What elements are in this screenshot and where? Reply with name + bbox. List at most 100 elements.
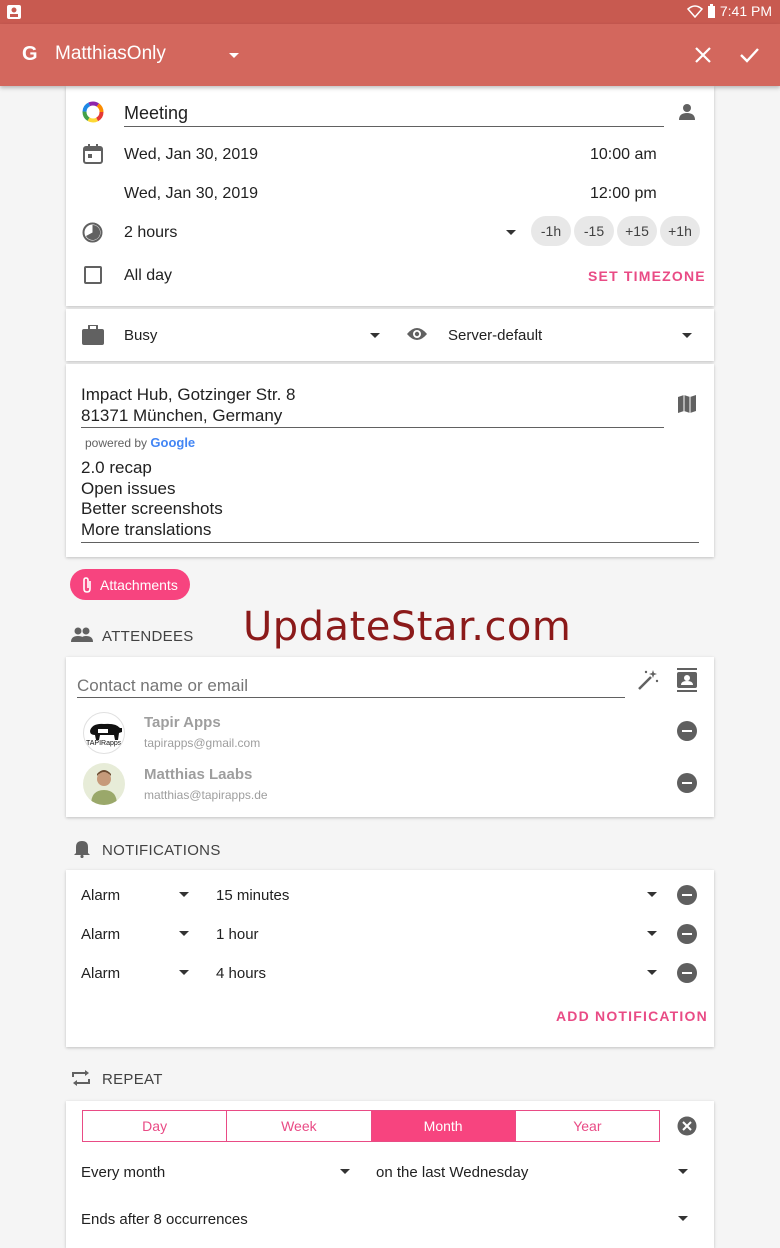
avatar bbox=[83, 763, 125, 805]
clear-repeat-icon[interactable] bbox=[677, 1116, 697, 1136]
description-underline bbox=[81, 542, 699, 543]
description-line[interactable]: Better screenshots bbox=[81, 499, 223, 519]
eye-icon bbox=[407, 328, 427, 340]
paperclip-icon bbox=[83, 577, 91, 593]
attendee-email: tapirapps@gmail.com bbox=[144, 736, 261, 750]
title-underline bbox=[124, 126, 664, 127]
people-icon bbox=[71, 627, 93, 642]
notification-type-select[interactable]: Alarm bbox=[81, 926, 120, 943]
repeat-frequency-tabs: Day Week Month Year bbox=[82, 1110, 660, 1142]
duration-icon bbox=[82, 222, 103, 243]
add-notification-button[interactable]: ADD NOTIFICATION bbox=[556, 1008, 708, 1024]
visibility-select[interactable]: Server-default bbox=[448, 327, 542, 344]
event-card: Meeting Wed, Jan 30, 2019 10:00 am Wed, … bbox=[66, 86, 714, 306]
powered-by-text: powered by bbox=[85, 436, 148, 450]
notification-type-select[interactable]: Alarm bbox=[81, 965, 120, 982]
notification-type-dropdown-icon[interactable] bbox=[179, 931, 189, 936]
description-line[interactable]: More translations bbox=[81, 520, 211, 540]
end-date[interactable]: Wed, Jan 30, 2019 bbox=[124, 185, 258, 203]
app-bar: G MatthiasOnly bbox=[0, 24, 780, 86]
remove-notification-button[interactable] bbox=[677, 924, 697, 944]
notification-type-select[interactable]: Alarm bbox=[81, 887, 120, 904]
attachments-button[interactable]: Attachments bbox=[70, 569, 190, 600]
availability-dropdown-icon[interactable] bbox=[370, 333, 380, 338]
attachments-label: Attachments bbox=[100, 576, 178, 593]
notification-type-dropdown-icon[interactable] bbox=[179, 892, 189, 897]
remove-notification-button[interactable] bbox=[677, 963, 697, 983]
remove-attendee-button[interactable] bbox=[677, 773, 697, 793]
all-day-checkbox[interactable] bbox=[84, 266, 102, 284]
chip-plus-1h[interactable]: +1h bbox=[660, 216, 700, 246]
attendee-email: matthias@tapirapps.de bbox=[144, 788, 268, 802]
tab-month[interactable]: Month bbox=[371, 1111, 516, 1141]
tapir-icon bbox=[90, 723, 122, 740]
remove-notification-button[interactable] bbox=[677, 885, 697, 905]
save-button[interactable] bbox=[736, 42, 762, 68]
person-icon[interactable] bbox=[678, 103, 696, 121]
location-card: Impact Hub, Gotzinger Str. 8 81371 Münch… bbox=[66, 364, 714, 557]
chevron-down-icon[interactable] bbox=[228, 52, 240, 59]
person-photo-icon bbox=[91, 770, 117, 805]
contacts-book-icon[interactable] bbox=[677, 668, 697, 692]
duration-dropdown-icon[interactable] bbox=[506, 230, 516, 235]
contact-underline bbox=[77, 697, 625, 698]
repeat-card: Day Week Month Year Every month on the l… bbox=[66, 1101, 714, 1248]
notification-time-dropdown-icon[interactable] bbox=[647, 892, 657, 897]
duration-select[interactable]: 2 hours bbox=[124, 224, 177, 242]
repeat-rule-select[interactable]: on the last Wednesday bbox=[376, 1164, 528, 1181]
close-button[interactable] bbox=[690, 42, 716, 68]
start-time[interactable]: 10:00 am bbox=[590, 146, 657, 164]
remove-attendee-button[interactable] bbox=[677, 721, 697, 741]
color-picker-icon[interactable] bbox=[82, 101, 104, 123]
attendees-header: ATTENDEES bbox=[102, 628, 194, 645]
attendees-card: TAPIRapps Tapir Apps tapirapps@gmail.com… bbox=[66, 657, 714, 817]
chip-plus-15[interactable]: +15 bbox=[617, 216, 657, 246]
location-line-2[interactable]: 81371 München, Germany bbox=[81, 406, 282, 426]
notification-type-dropdown-icon[interactable] bbox=[179, 970, 189, 975]
notifications-header: NOTIFICATIONS bbox=[102, 842, 221, 859]
chip-minus-1h[interactable]: -1h bbox=[531, 216, 571, 246]
set-timezone-button[interactable]: SET TIMEZONE bbox=[588, 268, 706, 284]
description-line[interactable]: 2.0 recap bbox=[81, 458, 152, 478]
tab-week[interactable]: Week bbox=[227, 1111, 372, 1141]
map-icon[interactable] bbox=[677, 394, 697, 414]
notification-time-dropdown-icon[interactable] bbox=[647, 931, 657, 936]
notification-time-select[interactable]: 15 minutes bbox=[216, 887, 289, 904]
account-selector[interactable]: MatthiasOnly bbox=[55, 43, 166, 65]
avatar-text: TAPIRapps bbox=[86, 740, 122, 747]
notification-icon bbox=[7, 5, 21, 19]
notification-time-select[interactable]: 1 hour bbox=[216, 926, 259, 943]
event-title-input[interactable]: Meeting bbox=[124, 103, 188, 124]
start-date[interactable]: Wed, Jan 30, 2019 bbox=[124, 146, 258, 164]
repeat-ends-dropdown-icon[interactable] bbox=[678, 1216, 688, 1221]
repeat-rule-dropdown-icon[interactable] bbox=[678, 1169, 688, 1174]
location-underline bbox=[81, 427, 664, 428]
location-line-1[interactable]: Impact Hub, Gotzinger Str. 8 bbox=[81, 385, 295, 405]
bell-icon bbox=[74, 841, 90, 858]
repeat-icon bbox=[72, 1070, 90, 1086]
calendar-icon bbox=[83, 144, 103, 164]
avatar: TAPIRapps bbox=[83, 712, 125, 754]
tab-day[interactable]: Day bbox=[83, 1111, 228, 1141]
attendee-name: Tapir Apps bbox=[144, 714, 221, 731]
wifi-icon bbox=[686, 5, 703, 18]
tab-year[interactable]: Year bbox=[516, 1111, 659, 1141]
repeat-ends-select[interactable]: Ends after 8 occurrences bbox=[81, 1211, 248, 1228]
chip-minus-15[interactable]: -15 bbox=[574, 216, 614, 246]
repeat-frequency-dropdown-icon[interactable] bbox=[340, 1169, 350, 1174]
contact-input[interactable] bbox=[77, 673, 625, 699]
description-line[interactable]: Open issues bbox=[81, 479, 176, 499]
end-time[interactable]: 12:00 pm bbox=[590, 185, 657, 203]
briefcase-icon bbox=[82, 325, 104, 345]
availability-select[interactable]: Busy bbox=[124, 327, 157, 344]
magic-wand-icon[interactable] bbox=[637, 669, 659, 691]
battery-icon bbox=[707, 3, 715, 18]
status-time: 7:41 PM bbox=[719, 3, 772, 19]
all-day-label: All day bbox=[124, 267, 173, 284]
notification-time-select[interactable]: 4 hours bbox=[216, 965, 266, 982]
attendee-name: Matthias Laabs bbox=[144, 766, 253, 783]
visibility-dropdown-icon[interactable] bbox=[682, 333, 692, 338]
repeat-frequency-select[interactable]: Every month bbox=[81, 1164, 165, 1181]
watermark: UpdateStar.com bbox=[243, 604, 572, 650]
notification-time-dropdown-icon[interactable] bbox=[647, 970, 657, 975]
